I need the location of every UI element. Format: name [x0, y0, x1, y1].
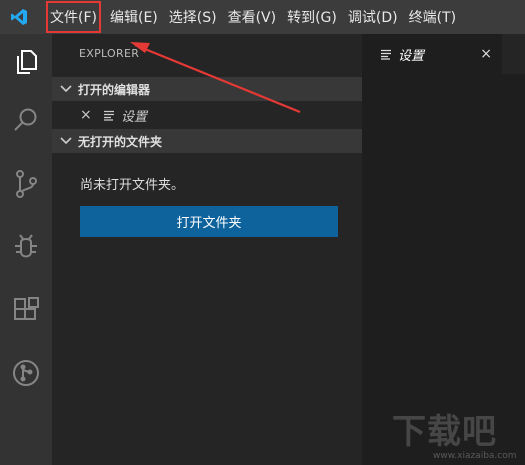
chevron-down-icon [60, 137, 74, 145]
menu-edit[interactable]: 编辑(E) [107, 0, 161, 34]
menu-go[interactable]: 转到(G) [284, 0, 340, 34]
menu-debug[interactable]: 调试(D) [345, 0, 401, 34]
close-icon[interactable]: × [80, 107, 94, 123]
source-control-icon[interactable] [0, 158, 52, 210]
watermark-logo: 下载吧 [392, 412, 497, 452]
vscode-logo-icon [0, 0, 38, 34]
tab-settings[interactable]: 设置 × [362, 34, 502, 74]
tab-label: 设置 [398, 48, 425, 64]
no-folder-header[interactable]: 无打开的文件夹 [52, 129, 362, 153]
watermark-url: www.xiazaiba.com [433, 451, 517, 461]
search-icon[interactable] [0, 94, 52, 146]
settings-file-icon [103, 110, 115, 121]
files-icon[interactable] [0, 36, 52, 88]
editor-area: 设置 × [362, 34, 525, 465]
open-editor-item[interactable]: × 设置 [52, 103, 362, 127]
menu-bar: 文件(F) 编辑(E) 选择(S) 查看(V) 转到(G) 调试(D) 终端(T… [0, 0, 525, 34]
open-editors-header[interactable]: 打开的编辑器 [52, 77, 362, 101]
extensions-icon[interactable] [0, 284, 52, 336]
menu-view[interactable]: 查看(V) [225, 0, 280, 34]
activity-bar [0, 34, 52, 465]
menu-file[interactable]: 文件(F) [45, 0, 102, 34]
settings-file-icon [380, 49, 392, 60]
menu-selection[interactable]: 选择(S) [166, 0, 220, 34]
chevron-down-icon [60, 85, 74, 93]
explorer-title: EXPLORER [79, 47, 140, 60]
remote-icon[interactable] [0, 347, 52, 399]
open-editor-label: 设置 [121, 109, 148, 125]
tabs-filler [502, 34, 525, 74]
open-editors-label: 打开的编辑器 [78, 82, 151, 97]
empty-folder-message: 尚未打开文件夹。 [80, 178, 185, 193]
menu-terminal[interactable]: 终端(T) [406, 0, 459, 34]
explorer-sidebar: EXPLORER 打开的编辑器 × 设置 无打开的文件夹 尚未打开文件夹。 打开… [52, 34, 362, 465]
open-folder-button[interactable]: 打开文件夹 [80, 206, 338, 237]
no-folder-label: 无打开的文件夹 [78, 134, 163, 149]
close-icon[interactable]: × [480, 46, 492, 62]
debug-icon[interactable] [0, 221, 52, 273]
